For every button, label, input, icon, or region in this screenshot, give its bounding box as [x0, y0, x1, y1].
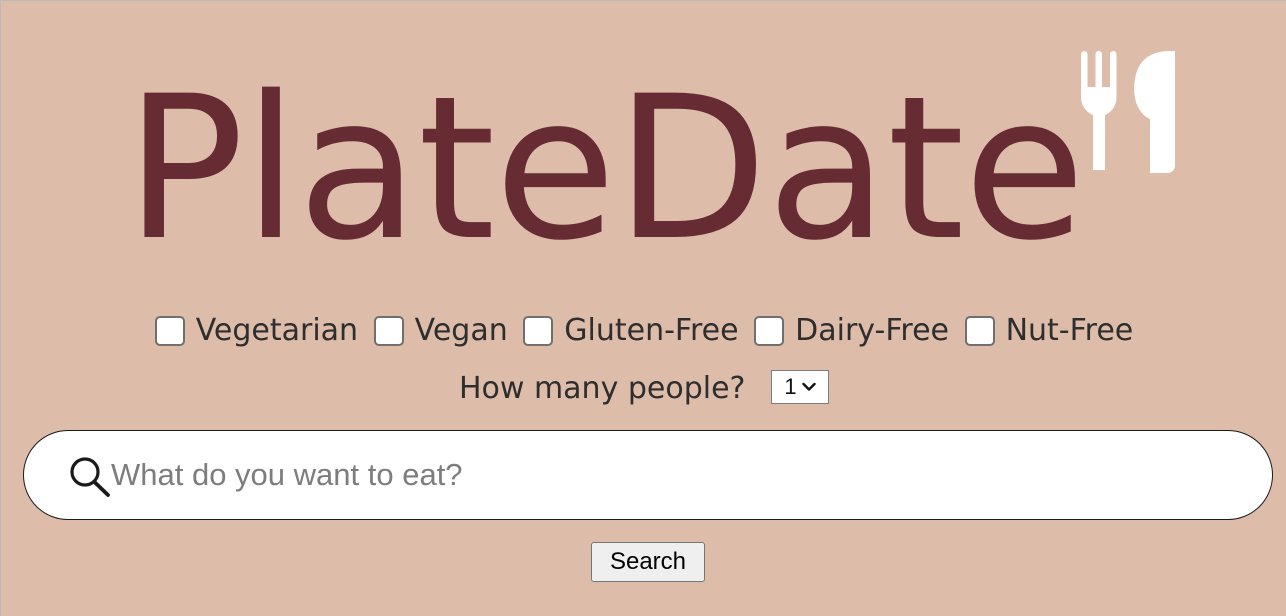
utensils-icon — [1081, 51, 1175, 173]
people-count-select[interactable]: 1 — [771, 369, 830, 404]
people-count-label: How many people? — [458, 371, 746, 406]
search-bar[interactable]: What do you want to eat? — [23, 430, 1273, 520]
dairy-free-checkbox[interactable] — [754, 316, 785, 346]
diet-filters: Vegetarian Vegan Gluten-Free Dairy-Free … — [1, 309, 1286, 359]
chevron-down-icon — [801, 382, 816, 391]
diet-option-nut-free[interactable]: Nut-Free — [964, 309, 1134, 353]
vegetarian-checkbox[interactable] — [154, 316, 185, 346]
diet-option-dairy-free[interactable]: Dairy-Free — [754, 309, 949, 353]
people-count-row: How many people? 1 — [1, 367, 1286, 411]
search-icon — [70, 457, 110, 497]
diet-option-gluten-free[interactable]: Gluten-Free — [523, 309, 739, 353]
diet-option-label: Nut-Free — [1005, 313, 1134, 348]
diet-option-label: Vegetarian — [195, 313, 359, 348]
diet-option-vegan[interactable]: Vegan — [373, 309, 508, 353]
people-count-value: 1 — [784, 373, 797, 399]
diet-option-label: Vegan — [414, 313, 508, 348]
diet-option-vegetarian[interactable]: Vegetarian — [154, 309, 359, 353]
diet-option-label: Gluten-Free — [564, 313, 739, 348]
diet-option-label: Dairy-Free — [795, 313, 950, 348]
nut-free-checkbox[interactable] — [964, 316, 995, 346]
gluten-free-checkbox[interactable] — [523, 316, 554, 346]
search-button[interactable]: Search — [591, 542, 705, 582]
brand-name: PlateDate — [125, 53, 1085, 284]
brand-logo: PlateDate — [1, 1, 1286, 281]
vegan-checkbox[interactable] — [373, 316, 404, 346]
search-input[interactable]: What do you want to eat? — [111, 451, 463, 499]
